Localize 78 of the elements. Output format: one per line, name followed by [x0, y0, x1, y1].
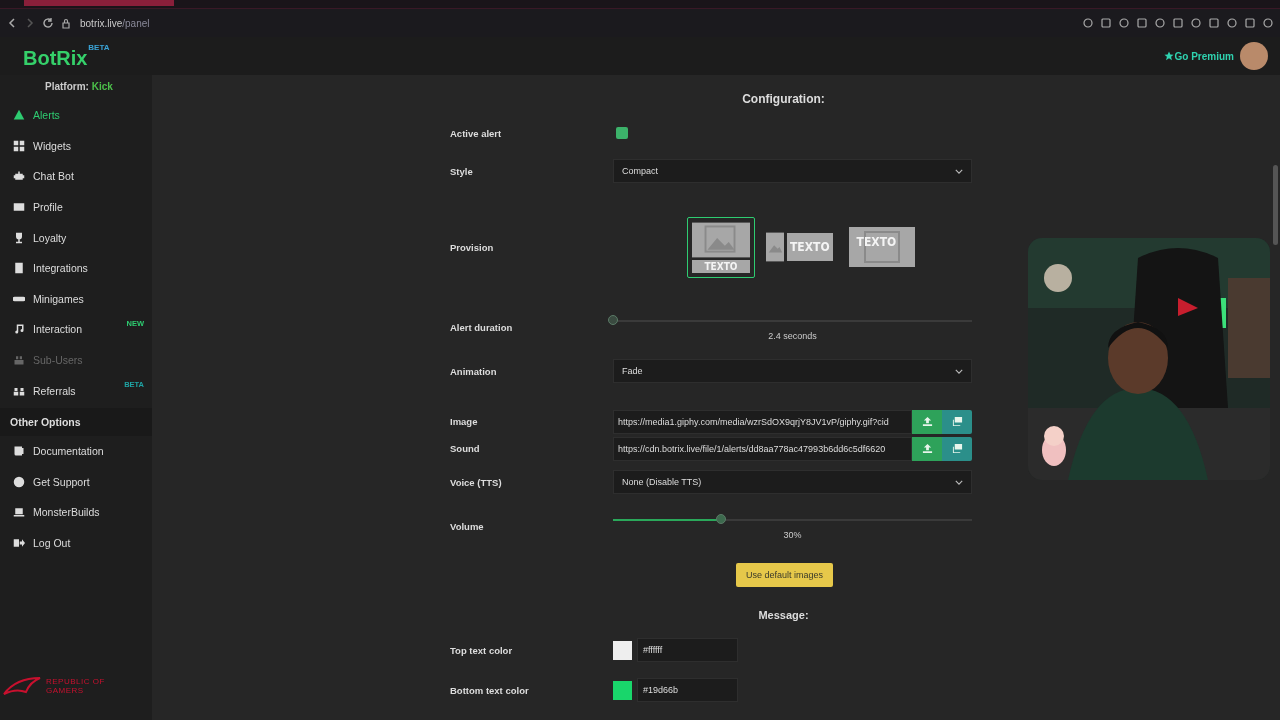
trophy-icon [13, 231, 25, 244]
default-images-button[interactable]: Use default images [735, 563, 833, 587]
nav-item[interactable]: MonsterBuilds [0, 497, 152, 528]
address-bar[interactable]: botrix.live/panel [80, 17, 150, 29]
slider-thumb[interactable] [715, 514, 726, 524]
field-label: Style [450, 165, 474, 177]
section-heading: Configuration: [741, 91, 826, 108]
checkbox[interactable] [616, 127, 628, 139]
avatar[interactable] [1240, 42, 1268, 70]
slider-value: 2.4 seconds [767, 331, 818, 341]
reload-icon[interactable] [42, 17, 54, 29]
upload-icon [921, 416, 933, 427]
sample-text: TEXTO [787, 233, 833, 261]
nav-item[interactable]: Widgets [0, 130, 152, 162]
logo[interactable]: BotRix [23, 46, 88, 69]
tablet-icon [13, 262, 25, 275]
nav-item[interactable]: Get Support [0, 466, 152, 498]
select-field[interactable]: None (Disable TTS) [613, 470, 972, 494]
field-label: Provision [450, 241, 495, 253]
chevron-icon [955, 368, 963, 374]
field-label: Active alert [450, 127, 503, 139]
color-swatch[interactable] [613, 640, 632, 660]
music-note-icon [13, 323, 25, 336]
field-label: Sound [450, 443, 481, 454]
nav-item[interactable]: Chat Bot [0, 161, 152, 192]
logout-icon [13, 537, 25, 549]
section-heading: Message: [757, 609, 810, 621]
warning-icon [13, 109, 25, 122]
field-label: Animation [450, 365, 498, 377]
chevron-icon [955, 168, 963, 174]
image-icon [692, 221, 750, 258]
nav-item[interactable]: Log Out [0, 527, 152, 559]
platform-label: Platform: Kick [45, 81, 114, 92]
star-icon [1163, 51, 1174, 61]
nav-item[interactable]: Loyalty [0, 222, 152, 253]
upload-icon [921, 443, 933, 454]
sample-text: TEXTO [856, 235, 897, 249]
url-field[interactable]: https://cdn.botrix.live/file/1/alerts/dd8aa778ac47993b6dd6c5df6620 [613, 436, 912, 461]
select-field[interactable]: Compact [613, 159, 972, 183]
nav-item[interactable]: Documentation [0, 435, 152, 467]
nav-item[interactable]: Integrations [0, 252, 152, 284]
go-premium-link[interactable]: Go Premium [1163, 50, 1234, 62]
gallery-icon [951, 416, 963, 427]
field-label: Volume [450, 520, 485, 532]
eye-logo-icon [2, 676, 42, 696]
lock-icon [60, 17, 72, 29]
color-swatch[interactable] [613, 680, 632, 700]
gallery-icon [951, 443, 963, 454]
field-label: Bottom text color [450, 684, 530, 696]
field-label: Alert duration [450, 321, 514, 333]
color-field[interactable]: #19d66b [637, 678, 738, 702]
field-label: Top text color [450, 644, 514, 656]
slider-thumb[interactable] [608, 315, 618, 325]
nav-item[interactable]: Profile [0, 191, 152, 223]
image-icon [766, 232, 784, 262]
chevron-icon [955, 479, 963, 485]
upload-button[interactable] [912, 436, 942, 461]
field-label: Voice (TTS) [450, 476, 503, 488]
slider-value: 30% [782, 530, 803, 540]
image-icon [848, 227, 915, 267]
section-title: Other Options [0, 407, 152, 436]
url-field[interactable]: https://media1.giphy.com/media/wzrSdOX9qrjY8JV1vP/giphy.gif?cid [613, 409, 912, 434]
overlay-logo-text: REPUBLIC OF GAMERS [46, 677, 106, 695]
gallery-button[interactable] [942, 436, 972, 461]
upload-button[interactable] [912, 409, 942, 434]
laptop-icon [13, 506, 25, 519]
color-field[interactable]: #ffffff [637, 638, 738, 662]
id-card-icon [13, 201, 25, 214]
grid-icon [13, 139, 25, 152]
nav-item[interactable]: Minigames [0, 283, 152, 315]
nav-item[interactable]: Alerts [0, 100, 152, 131]
select-field[interactable]: Fade [613, 359, 972, 383]
sample-text: TEXTO [692, 259, 750, 273]
robot-icon [13, 170, 25, 183]
beta-label: BETA [88, 42, 110, 52]
field-label: Image [450, 416, 479, 427]
back-icon[interactable] [6, 17, 18, 29]
gallery-button[interactable] [942, 409, 972, 434]
